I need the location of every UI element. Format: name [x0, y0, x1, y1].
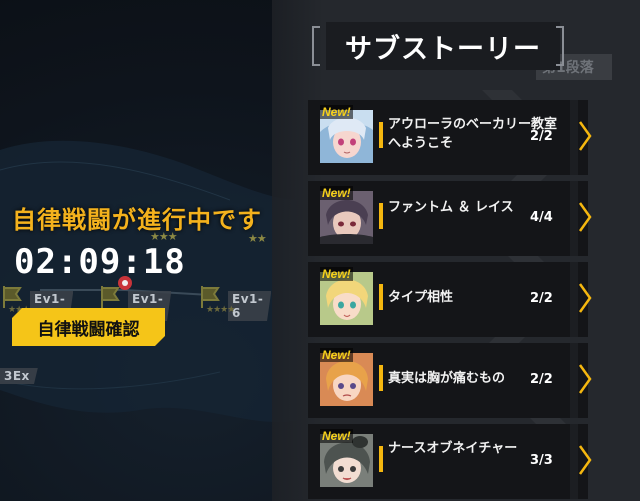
chevron-right-icon[interactable] [576, 361, 594, 397]
story-item[interactable]: New! タイプ相性 2/2 [308, 262, 608, 337]
stage-stars: ★★★★ [206, 305, 235, 315]
stage-node-label: 3Ex [0, 368, 38, 384]
new-badge: New! [320, 348, 353, 362]
chevron-right-icon[interactable] [576, 280, 594, 316]
auto-battle-confirm-button[interactable]: 自律戦闘確認 [12, 308, 165, 346]
panel-header: 第1段落 サブストーリー [290, 18, 640, 80]
accent-bar [379, 122, 383, 148]
story-item[interactable]: New! ファントム ＆ レイス 4/4 [308, 181, 608, 256]
chevron-right-icon[interactable] [576, 118, 594, 154]
new-badge: New! [320, 186, 353, 200]
new-badge: New! [320, 105, 353, 119]
accent-bar [379, 365, 383, 391]
story-progress: 2/2 [530, 291, 553, 306]
story-item[interactable]: New! 真実は胸が痛むもの 2/2 [308, 343, 608, 418]
new-badge: New! [320, 267, 353, 281]
accent-bar [379, 446, 383, 472]
bracket-left [312, 26, 320, 66]
bracket-right [556, 26, 564, 66]
auto-battle-timer: 02:09:18 [14, 242, 186, 282]
story-item[interactable]: New! ナースオブネイチャー 3/3 [308, 424, 608, 499]
new-badge: New! [320, 429, 353, 443]
story-progress: 2/2 [530, 129, 553, 144]
flag-icon [101, 286, 120, 308]
accent-bar [379, 203, 383, 229]
stage-node-label: Ev1-6 [228, 291, 272, 321]
story-progress: 4/4 [530, 210, 553, 225]
story-item[interactable]: New! アウローラのベーカリー教室へようこそ 2/2 [308, 100, 608, 175]
accent-bar [379, 284, 383, 310]
panel-title: サブストーリー [345, 33, 541, 65]
chevron-right-icon[interactable] [576, 442, 594, 478]
story-progress: 3/3 [530, 453, 553, 468]
panel-title-box: サブストーリー [326, 22, 560, 70]
auto-battle-status: 自律戦闘が進行中です [12, 206, 262, 234]
story-progress: 2/2 [530, 372, 553, 387]
chevron-right-icon[interactable] [576, 199, 594, 235]
